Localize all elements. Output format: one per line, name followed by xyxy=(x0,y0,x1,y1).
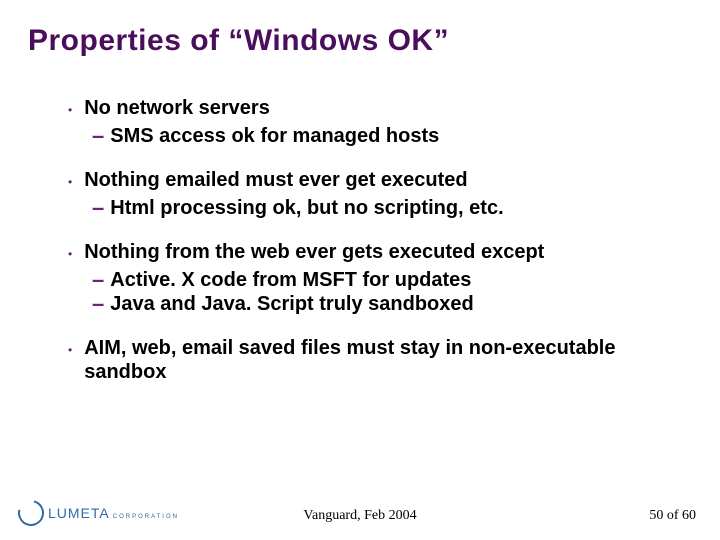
bullet-dot-icon: • xyxy=(68,242,72,266)
bullet-item: • Nothing from the web ever gets execute… xyxy=(68,240,690,316)
page-current: 50 xyxy=(649,508,663,523)
bullet-text: AIM, web, email saved files must stay in… xyxy=(84,336,690,384)
bullet-dot-icon: • xyxy=(68,170,72,194)
page-number: 50 of 60 xyxy=(649,508,696,524)
bullet-item: • No network servers – SMS access ok for… xyxy=(68,96,690,148)
sub-bullet-item: – SMS access ok for managed hosts xyxy=(92,124,690,148)
sub-bullet-item: – Active. X code from MSFT for updates xyxy=(92,268,690,292)
dash-icon: – xyxy=(92,124,104,148)
slide-body: • No network servers – SMS access ok for… xyxy=(68,96,690,404)
bullet-item: • AIM, web, email saved files must stay … xyxy=(68,336,690,384)
sub-bullet-item: – Html processing ok, but no scripting, … xyxy=(92,196,690,220)
bullet-text: Nothing from the web ever gets executed … xyxy=(84,240,544,264)
bullet-text: No network servers xyxy=(84,96,270,120)
dash-icon: – xyxy=(92,268,104,292)
slide: Properties of “Windows OK” • No network … xyxy=(0,0,720,540)
sub-bullet-text: Java and Java. Script truly sandboxed xyxy=(110,292,473,316)
bullet-list: • No network servers – SMS access ok for… xyxy=(68,96,690,384)
bullet-dot-icon: • xyxy=(68,338,72,362)
sub-bullet-item: – Java and Java. Script truly sandboxed xyxy=(92,292,690,316)
dash-icon: – xyxy=(92,292,104,316)
bullet-dot-icon: • xyxy=(68,98,72,122)
page-of-word: of xyxy=(667,508,679,523)
page-total: 60 xyxy=(682,508,696,523)
bullet-text: Nothing emailed must ever get executed xyxy=(84,168,467,192)
slide-title: Properties of “Windows OK” xyxy=(28,24,692,58)
footer-center-text: Vanguard, Feb 2004 xyxy=(0,508,720,524)
sub-bullet-text: SMS access ok for managed hosts xyxy=(110,124,439,148)
dash-icon: – xyxy=(92,196,104,220)
sub-bullet-text: Html processing ok, but no scripting, et… xyxy=(110,196,503,220)
sub-bullet-text: Active. X code from MSFT for updates xyxy=(110,268,471,292)
bullet-item: • Nothing emailed must ever get executed… xyxy=(68,168,690,220)
footer: LUMETA CORPORATION Vanguard, Feb 2004 50… xyxy=(0,502,720,526)
